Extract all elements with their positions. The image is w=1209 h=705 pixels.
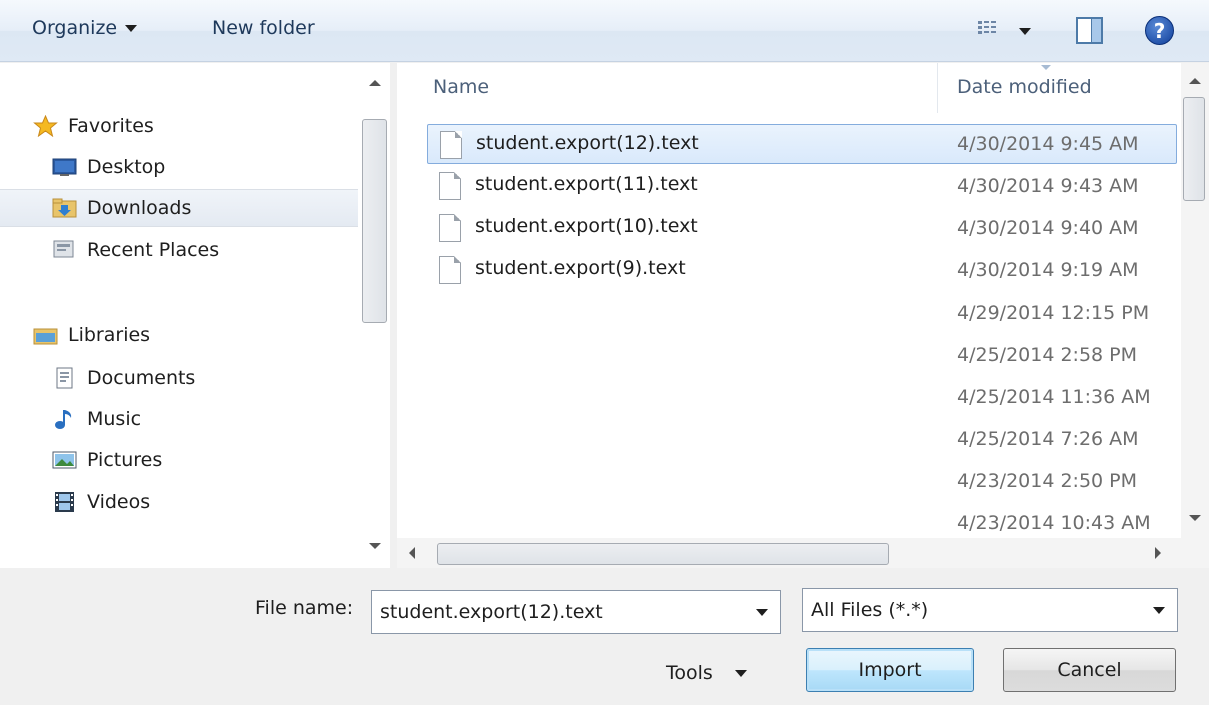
file-name: student.export(10).text xyxy=(475,215,698,237)
nav-item-recent-places[interactable]: Recent Places xyxy=(52,231,219,269)
file-date: 4/30/2014 9:43 AM xyxy=(957,175,1139,197)
preview-pane-icon[interactable] xyxy=(1076,17,1103,44)
text-file-icon xyxy=(439,256,461,284)
text-file-icon xyxy=(439,214,461,242)
file-name-label: File name: xyxy=(255,597,354,619)
documents-icon xyxy=(56,367,73,389)
new-folder-button[interactable]: New folder xyxy=(212,17,315,39)
chevron-down-icon[interactable] xyxy=(1153,607,1165,614)
file-list: Name Date modified student.export(12).te… xyxy=(397,63,1209,568)
list-scroll-down-icon[interactable] xyxy=(1189,515,1201,521)
downloads-folder-icon xyxy=(52,198,77,218)
list-vertical-scroll-thumb[interactable] xyxy=(1183,97,1205,201)
nav-item-videos-label: Videos xyxy=(87,491,151,513)
videos-icon xyxy=(55,492,74,512)
file-date: 4/30/2014 9:45 AM xyxy=(957,133,1139,155)
nav-scroll-up-icon[interactable] xyxy=(369,80,381,86)
file-name: student.export(9).text xyxy=(475,257,686,279)
tools-label: Tools xyxy=(666,662,713,684)
navigation-pane: Favorites Desktop Downloads Recent Place… xyxy=(0,63,390,568)
nav-libraries-label: Libraries xyxy=(68,324,151,346)
recent-places-icon xyxy=(53,240,74,258)
view-menu-chevron-icon[interactable] xyxy=(1019,28,1031,35)
column-divider[interactable] xyxy=(937,63,938,113)
file-date: 4/30/2014 9:19 AM xyxy=(957,259,1139,281)
nav-item-recent-places-label: Recent Places xyxy=(87,239,220,261)
file-date: 4/30/2014 9:40 AM xyxy=(957,217,1139,239)
libraries-icon xyxy=(33,328,58,345)
nav-item-desktop-label: Desktop xyxy=(87,156,166,178)
nav-item-music[interactable]: Music xyxy=(52,400,141,438)
organize-menu-button[interactable]: Organize xyxy=(32,17,138,39)
music-icon xyxy=(55,410,72,429)
tools-menu-button[interactable]: Tools xyxy=(666,662,747,684)
chevron-down-icon xyxy=(734,670,747,677)
file-date: 4/23/2014 10:43 AM xyxy=(957,512,1151,534)
file-date: 4/25/2014 11:36 AM xyxy=(957,386,1151,408)
star-icon xyxy=(33,115,58,137)
nav-item-documents-label: Documents xyxy=(87,367,196,389)
file-name-input[interactable]: student.export(12).text xyxy=(371,590,781,634)
nav-favorites-label: Favorites xyxy=(68,115,154,137)
list-horizontal-scrollbar[interactable] xyxy=(397,538,1209,568)
desktop-icon xyxy=(52,158,77,176)
file-name: student.export(11).text xyxy=(475,173,698,195)
file-date: 4/29/2014 12:15 PM xyxy=(957,302,1150,324)
nav-item-music-label: Music xyxy=(87,408,142,430)
file-type-value: All Files (*.*) xyxy=(811,599,929,621)
chevron-down-icon[interactable] xyxy=(756,609,768,616)
nav-favorites[interactable]: Favorites xyxy=(33,107,154,145)
cancel-button[interactable]: Cancel xyxy=(1003,648,1176,692)
list-scroll-up-icon[interactable] xyxy=(1189,78,1201,84)
text-file-icon xyxy=(440,131,462,159)
scroll-left-icon[interactable] xyxy=(409,547,415,559)
nav-item-desktop[interactable]: Desktop xyxy=(52,148,165,186)
pictures-icon xyxy=(52,451,77,469)
nav-scroll-down-icon[interactable] xyxy=(369,543,381,549)
sort-indicator-icon xyxy=(1041,65,1051,70)
command-bar: Organize New folder ? xyxy=(0,0,1209,62)
chevron-down-icon xyxy=(125,25,138,32)
import-button[interactable]: Import xyxy=(806,648,974,692)
nav-item-pictures-label: Pictures xyxy=(87,449,163,471)
redacted-area xyxy=(415,286,825,532)
file-date: 4/25/2014 2:58 PM xyxy=(957,344,1138,366)
scroll-right-icon[interactable] xyxy=(1155,547,1161,559)
nav-item-pictures[interactable]: Pictures xyxy=(52,441,162,479)
text-file-icon xyxy=(439,172,461,200)
nav-scroll-thumb[interactable] xyxy=(362,119,387,323)
file-date: 4/25/2014 7:26 AM xyxy=(957,428,1139,450)
organize-label: Organize xyxy=(32,17,118,39)
column-header-name[interactable]: Name xyxy=(433,76,489,98)
file-name: student.export(12).text xyxy=(476,132,699,154)
nav-item-downloads-label: Downloads xyxy=(87,197,192,219)
help-icon[interactable]: ? xyxy=(1145,16,1174,45)
list-horizontal-scroll-thumb[interactable] xyxy=(437,543,889,565)
column-header-date-modified[interactable]: Date modified xyxy=(957,76,1092,98)
nav-item-videos[interactable]: Videos xyxy=(52,483,150,521)
nav-item-downloads[interactable]: Downloads xyxy=(0,189,358,227)
view-options-icon[interactable] xyxy=(978,21,998,38)
file-type-select[interactable]: All Files (*.*) xyxy=(802,588,1178,632)
nav-libraries[interactable]: Libraries xyxy=(33,316,150,354)
file-name-value: student.export(12).text xyxy=(380,601,603,623)
file-date: 4/23/2014 2:50 PM xyxy=(957,470,1138,492)
nav-item-documents[interactable]: Documents xyxy=(52,359,195,397)
